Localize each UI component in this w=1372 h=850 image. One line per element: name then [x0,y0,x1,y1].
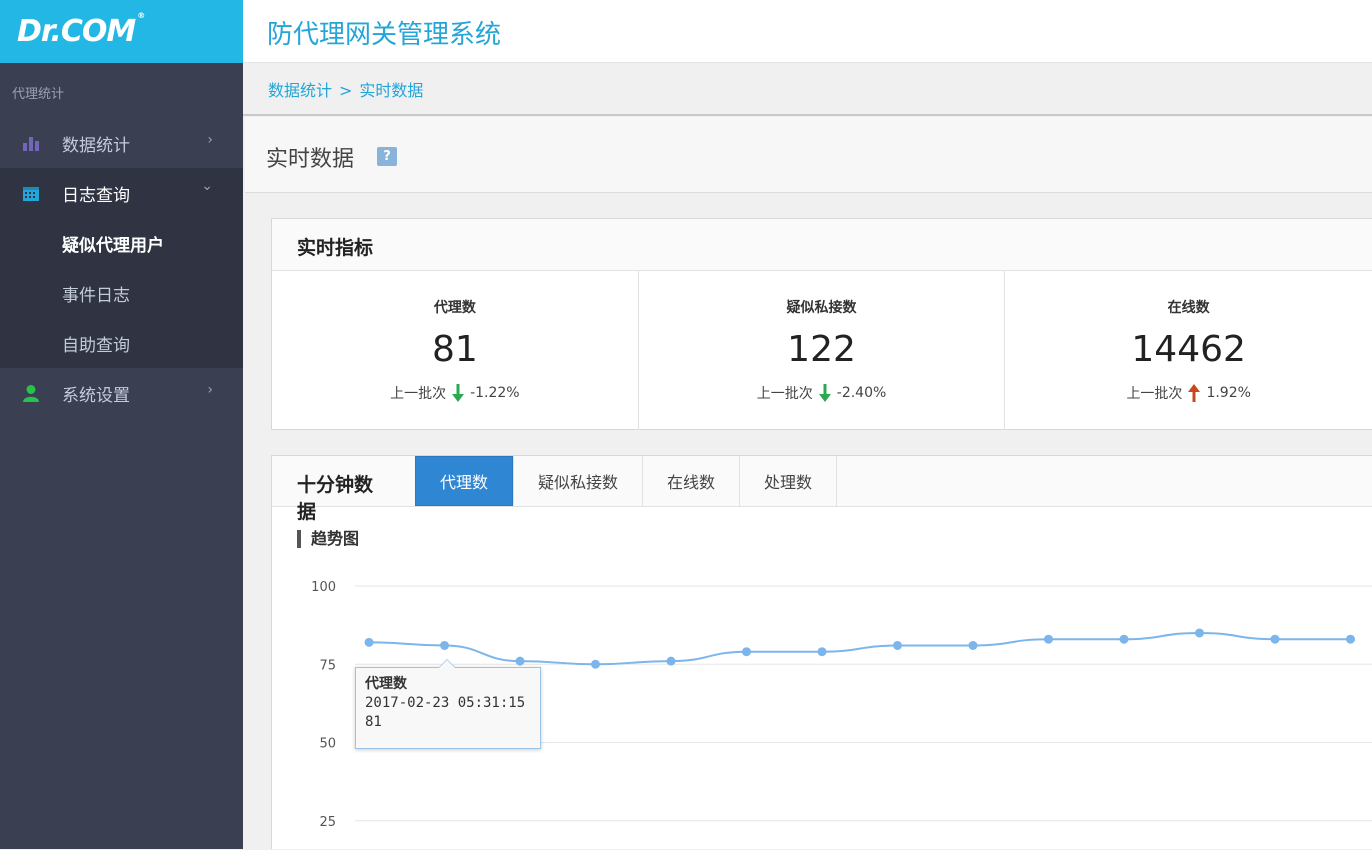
data-point [742,647,751,657]
data-point [1270,634,1280,644]
data-point [1119,634,1129,644]
metric-label: 在线数 [1167,300,1210,316]
page-header: 实时数据 ? [245,117,1372,193]
metric-trend: 上一批次 -1.22% [272,383,638,403]
app-title: 防代理网关管理系统 [267,20,502,50]
sidebar-item-log-query[interactable]: 日志查询 ⌄ [0,168,243,218]
sidebar-subitem-event-log[interactable]: 事件日志 [0,268,243,318]
data-point [1195,628,1204,638]
panel-title: 实时指标 [272,219,1372,271]
metric-change: -1.22% [470,385,520,401]
chart-tooltip: 代理数 2017-02-23 05:31:15 81 [355,659,541,749]
sidebar: Dr.COM ® 代理统计 数据统计 › 日志查询 ⌄ 疑似代理用户 事件日志 自… [0,0,243,849]
prev-batch-label: 上一批次 [390,386,447,402]
panel-title: 十分钟数据 [297,474,374,523]
help-icon[interactable]: ? [377,147,397,166]
ten-minute-panel: 十分钟数据 代理数 疑似私接数 在线数 处理数 趋势图 25 50 75 100 代理… [271,455,1372,849]
prev-batch-label: 上一批次 [1126,386,1183,402]
sidebar-item-label: 系统设置 [62,385,130,406]
tab-proxy-count[interactable]: 代理数 [415,456,514,506]
logo-box: Dr.COM ® [0,0,243,63]
data-point [591,659,600,669]
data-point [1346,634,1355,644]
metric-value: 81 [431,329,478,370]
page-title: 实时数据 [266,147,355,172]
sidebar-subitem-suspected-proxy[interactable]: 疑似代理用户 [0,218,243,268]
calendar-icon [20,184,42,202]
metric-label: 代理数 [433,300,476,316]
metric-online-count: 在线数 14462 上一批次 1.92% [1005,271,1372,430]
breadcrumb-root[interactable]: 数据统计 [268,81,332,100]
y-tick-label: 75 [319,658,336,673]
chevron-right-icon: › [207,132,213,148]
metric-trend: 上一批次 1.92% [1005,383,1372,403]
y-tick-label: 25 [319,815,336,830]
data-point [364,637,374,647]
breadcrumb-separator: > [339,81,353,100]
metric-value: 122 [787,329,856,370]
data-point [817,647,827,657]
metric-suspected-private: 疑似私接数 122 上一批次 -2.40% [639,271,1006,430]
data-point [893,640,902,650]
y-tick-label: 50 [319,737,336,752]
y-tick-label: 100 [311,580,336,595]
tab-online-count[interactable]: 在线数 [642,456,739,506]
tooltip-value: 81 [365,714,382,730]
data-point [1044,634,1053,644]
data-point [666,656,676,666]
arrow-down-icon [452,384,465,402]
metric-change: -2.40% [836,385,887,401]
sidebar-item-system-settings[interactable]: 系统设置 › [0,368,243,418]
metric-value: 14462 [1131,329,1246,370]
sidebar-item-label: 日志查询 [62,185,130,206]
metric-trend: 上一批次 -2.40% [639,383,1005,403]
sidebar-item-label: 数据统计 [62,135,130,156]
chevron-right-icon: › [207,382,213,398]
sidebar-subitem-self-query[interactable]: 自助查询 [0,318,243,368]
tab-processed-count[interactable]: 处理数 [739,456,838,506]
bar-chart-icon [20,134,42,152]
breadcrumb: 数据统计 > 实时数据 [243,64,1372,116]
data-point [515,656,525,666]
chevron-down-icon: ⌄ [201,178,213,194]
arrow-up-icon [1188,384,1201,402]
metric-change: 1.92% [1206,385,1251,401]
tooltip-series-name: 代理数 [365,676,407,692]
tooltip-time: 2017-02-23 05:31:15 [365,695,526,711]
user-icon [20,384,42,402]
data-point [968,640,978,650]
header: 防代理网关管理系统 [243,0,1372,63]
logo: Dr.COM ® [17,11,145,49]
tab-bar: 十分钟数据 代理数 疑似私接数 在线数 处理数 [272,456,1372,523]
realtime-metrics-panel: 实时指标 代理数 81 上一批次 -1.22% 疑似私接数 122 上一批次 -… [271,218,1372,430]
arrow-down-icon [818,384,831,402]
metric-proxy-count: 代理数 81 上一批次 -1.22% [272,271,639,430]
breadcrumb-current[interactable]: 实时数据 [359,81,423,100]
sidebar-item-data-stats[interactable]: 数据统计 › [0,118,243,168]
prev-batch-label: 上一批次 [756,386,813,402]
nav-caption: 代理统计 [12,87,65,102]
chart-title: 趋势图 [297,530,359,548]
data-point [440,640,449,650]
metrics-row: 代理数 81 上一批次 -1.22% 疑似私接数 122 上一批次 -2.40%… [272,271,1372,430]
metric-label: 疑似私接数 [786,300,857,316]
tab-suspected-private[interactable]: 疑似私接数 [513,456,642,506]
